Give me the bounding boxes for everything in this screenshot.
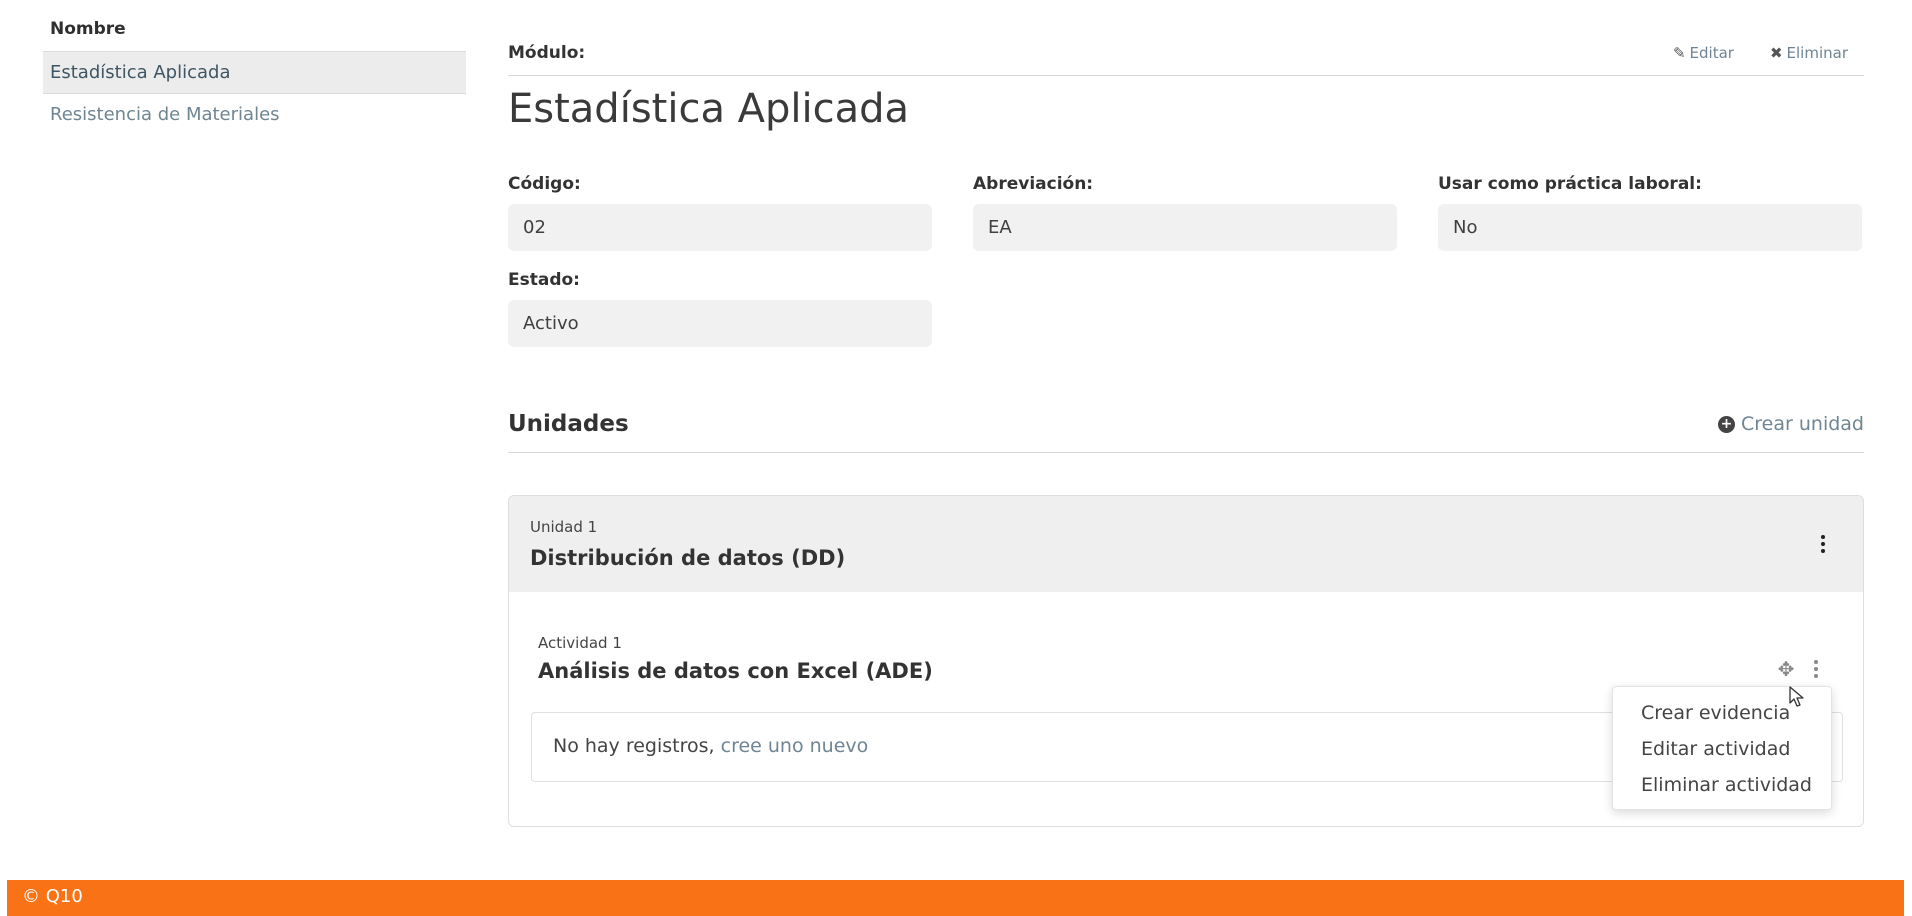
delete-button[interactable]: ✖ Eliminar [1770, 44, 1848, 62]
unit-number: Unidad 1 [530, 518, 598, 536]
menu-item-editar-actividad[interactable]: Editar actividad [1613, 731, 1831, 767]
delete-label: Eliminar [1786, 44, 1848, 62]
plus-circle-icon: + [1718, 415, 1736, 433]
field-estado: Estado: Activo [508, 270, 932, 347]
field-estado-value: Activo [508, 300, 932, 347]
field-abreviacion-label: Abreviación: [973, 174, 1094, 194]
pencil-icon: ✎ [1672, 44, 1686, 62]
field-codigo-label: Código: [508, 174, 581, 194]
footer: © Q10 [7, 880, 1904, 916]
create-unit-label: Crear unidad [1741, 413, 1864, 435]
cursor-icon [1789, 686, 1804, 707]
sidebar: Nombre Estadística Aplicada Resistencia … [43, 12, 466, 135]
sidebar-item-resistencia-materiales[interactable]: Resistencia de Materiales [43, 94, 466, 135]
empty-text: No hay registros, [553, 735, 715, 757]
empty-message: No hay registros, cree uno nuevo [553, 735, 868, 757]
units-header: Unidades + Crear unidad [508, 405, 1864, 453]
unit-header: Unidad 1 Distribución de datos (DD) [509, 496, 1863, 592]
activity-number: Actividad 1 [538, 634, 622, 652]
edit-button[interactable]: ✎ Editar [1673, 44, 1734, 62]
page-title: Estadística Aplicada [508, 86, 910, 132]
field-codigo-value: 02 [508, 204, 932, 251]
module-label: Módulo: [508, 43, 586, 63]
times-icon: ✖ [1769, 44, 1783, 62]
activity-menu-kebab-icon[interactable] [1804, 654, 1828, 684]
module-bar: Módulo: ✎ Editar ✖ Eliminar [508, 40, 1864, 76]
field-practica-value: No [1438, 204, 1862, 251]
module-actions: ✎ Editar ✖ Eliminar [1673, 44, 1848, 62]
sidebar-item-estadistica-aplicada[interactable]: Estadística Aplicada [43, 52, 466, 94]
create-unit-button[interactable]: + Crear unidad [1718, 413, 1864, 435]
activity-name: Análisis de datos con Excel (ADE) [538, 659, 933, 683]
footer-copyright: © Q10 [22, 886, 83, 907]
create-new-link[interactable]: cree uno nuevo [721, 735, 869, 757]
menu-item-eliminar-actividad[interactable]: Eliminar actividad [1613, 767, 1831, 803]
field-practica-label: Usar como práctica laboral: [1438, 174, 1702, 194]
sidebar-header: Nombre [43, 12, 466, 52]
field-codigo: Código: 02 [508, 174, 932, 251]
field-practica-laboral: Usar como práctica laboral: No [1438, 174, 1862, 251]
field-abreviacion-value: EA [973, 204, 1397, 251]
unit-menu-kebab-icon[interactable] [1811, 529, 1835, 559]
unit-name: Distribución de datos (DD) [530, 546, 846, 570]
move-icon[interactable]: ✥ [1775, 658, 1797, 680]
field-abreviacion: Abreviación: EA [973, 174, 1397, 251]
field-estado-label: Estado: [508, 270, 580, 290]
edit-label: Editar [1689, 44, 1734, 62]
units-title: Unidades [508, 411, 629, 437]
